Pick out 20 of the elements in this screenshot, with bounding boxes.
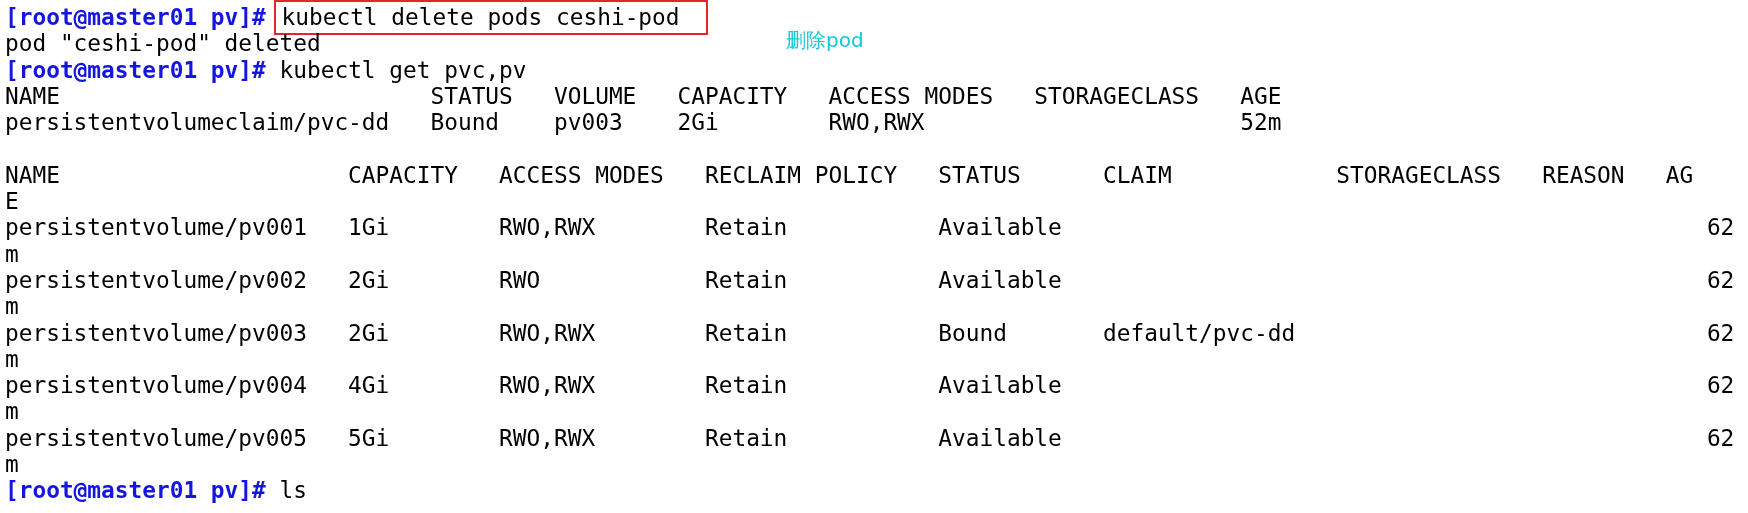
output-line: persistentvolume/pv004 4Gi RWO,RWX Retain Available 62: [5, 372, 1735, 399]
output-line: persistentvolume/pv003 2Gi RWO,RWX Retain Bound default/pvc-dd 62: [5, 319, 1735, 346]
output-line: m: [5, 398, 19, 425]
output-line: m: [5, 293, 19, 320]
shell-prompt: [root@master01 pv]#: [5, 477, 266, 504]
annotation-text: 删除pod: [786, 28, 864, 52]
output-line: m: [5, 345, 19, 372]
output-line: E: [5, 188, 19, 215]
output-line: persistentvolumeclaim/pvc-dd Bound pv003 2Gi RWO,RWX 52m: [5, 109, 1282, 136]
output-line: persistentvolume/pv001 1Gi RWO,RWX Retain Available 62: [5, 214, 1735, 241]
output-line: m: [5, 451, 19, 478]
command-text: kubectl get pvc,pv: [279, 55, 527, 85]
command-text: ls: [279, 476, 307, 506]
output-line: NAME STATUS VOLUME CAPACITY ACCESS MODES STORAGECLASS AGE: [5, 82, 1282, 109]
shell-prompt: [root@master01 pv]#: [5, 4, 266, 30]
shell-prompt: [root@master01 pv]#: [5, 56, 266, 83]
output-line: persistentvolume/pv002 2Gi RWO Retain Available 62: [5, 266, 1735, 293]
output-line: persistentvolume/pv005 5Gi RWO,RWX Retain Available 62: [5, 424, 1735, 451]
output-line: NAME CAPACITY ACCESS MODES RECLAIM POLICY STATUS CLAIM STORAGECLASS REASON AG: [5, 161, 1694, 188]
output-line: m: [5, 240, 19, 267]
